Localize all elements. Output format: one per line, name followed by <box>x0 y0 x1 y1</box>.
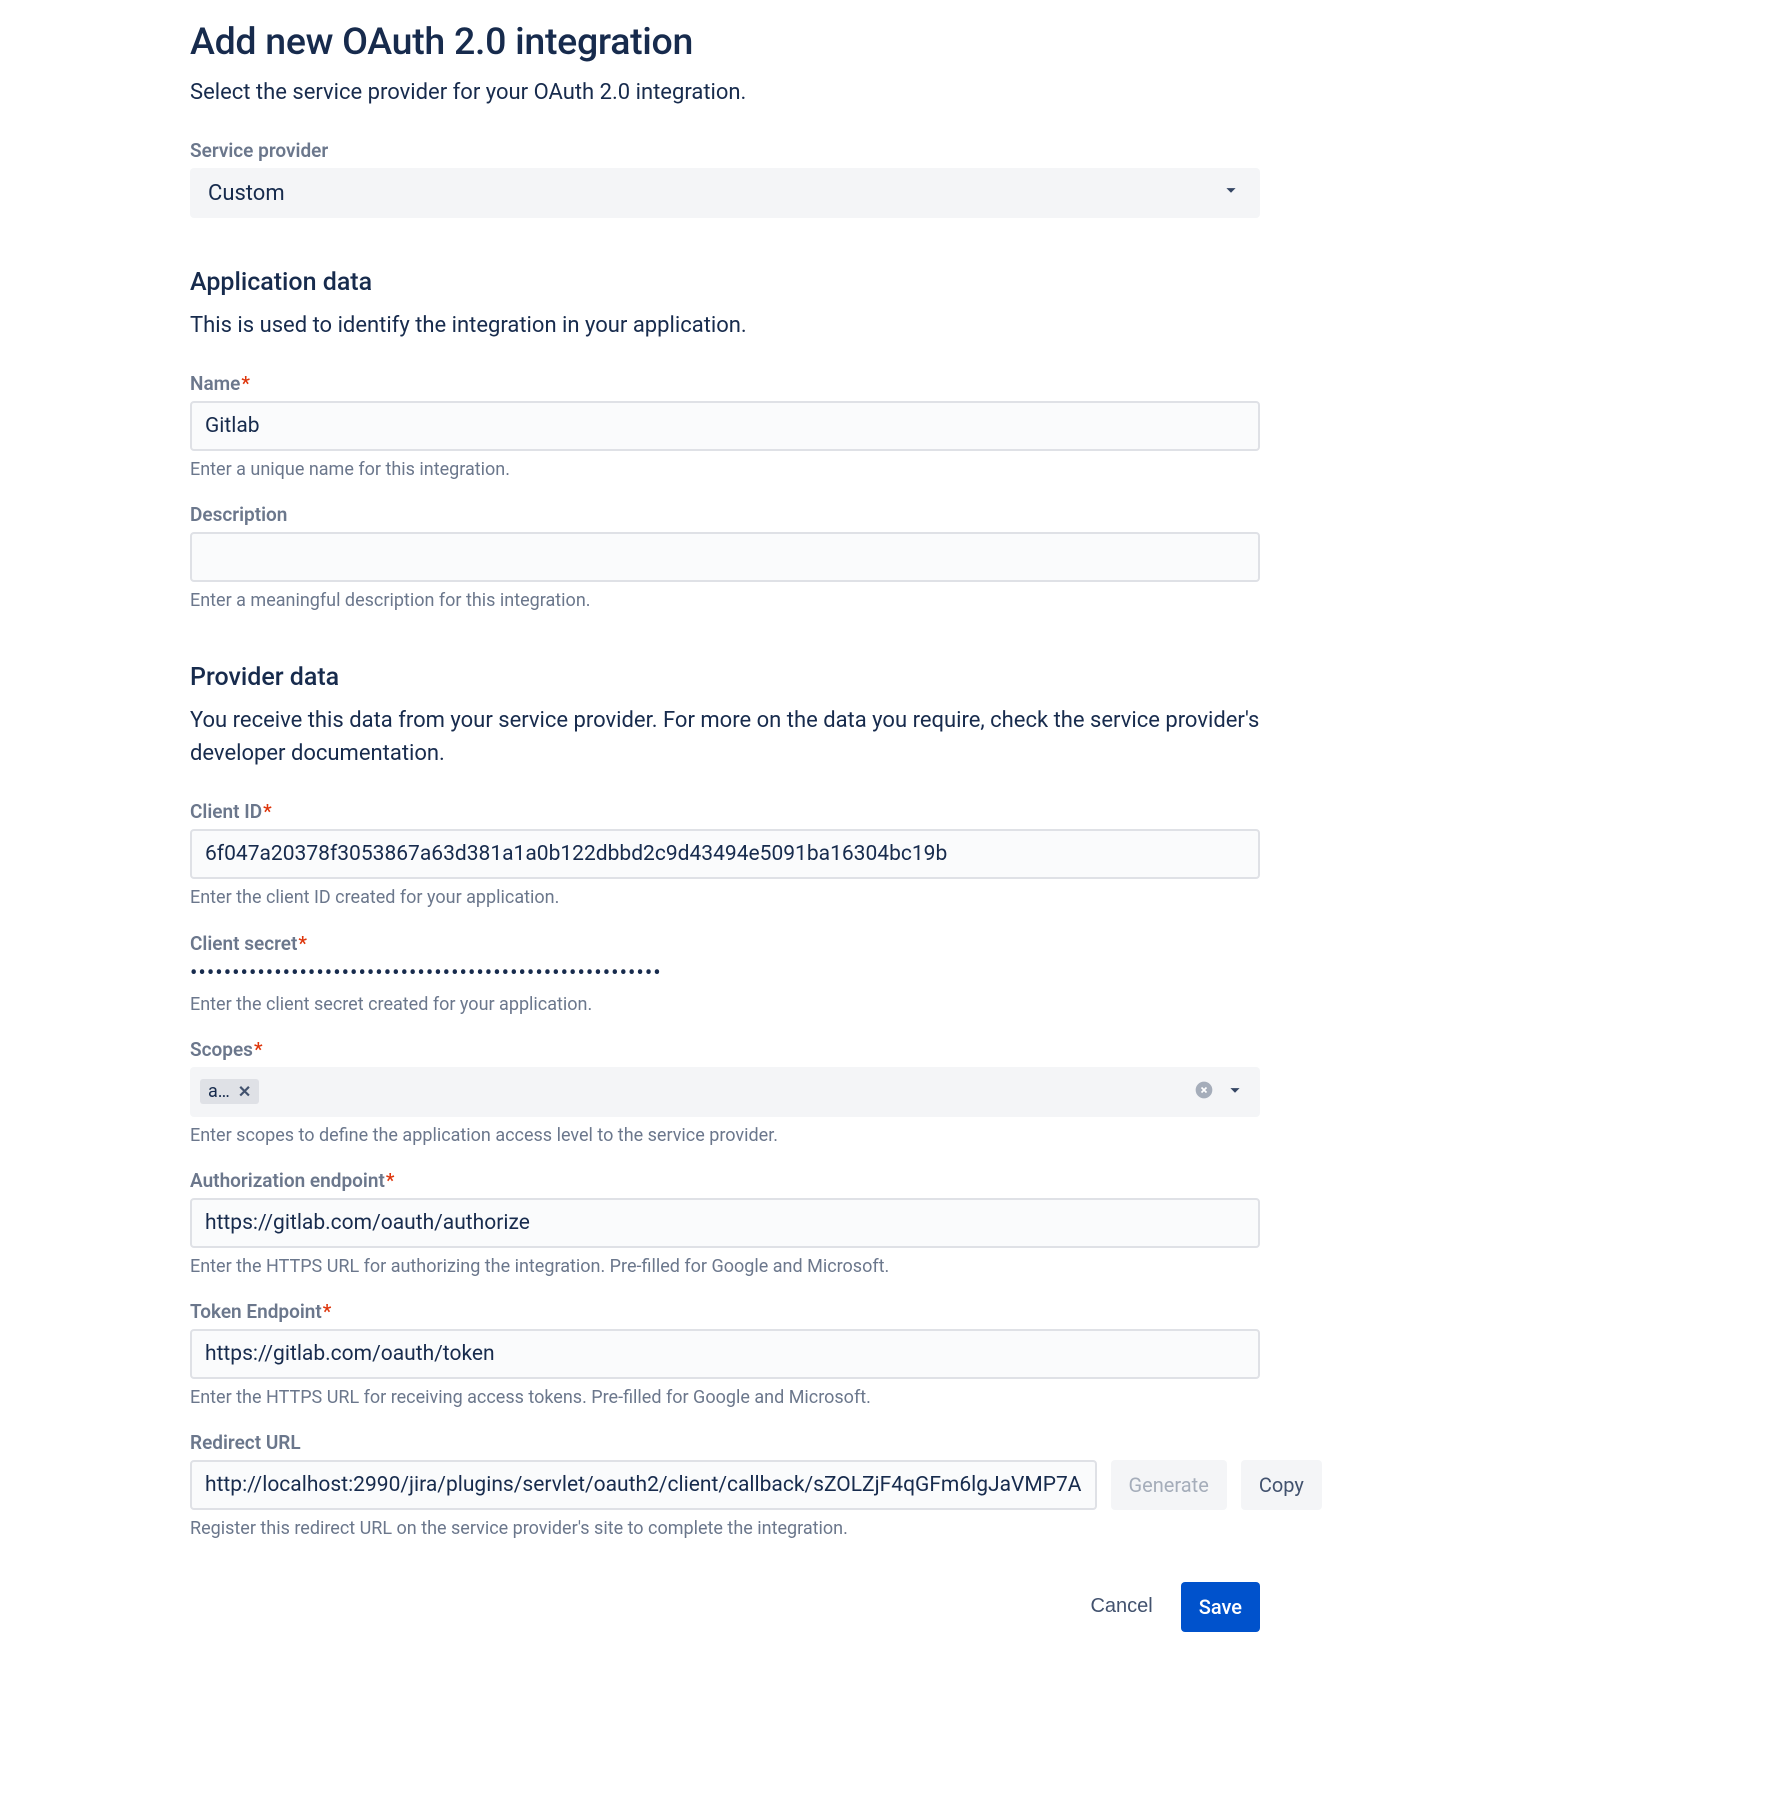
generate-button[interactable]: Generate <box>1111 1460 1227 1510</box>
name-input[interactable] <box>190 401 1260 451</box>
token-endpoint-label: Token Endpoint* <box>190 1300 1260 1323</box>
client-secret-input[interactable]: ••••••••••••••••••••••••••••••••••••••••… <box>190 961 1260 986</box>
remove-tag-icon[interactable]: ✕ <box>234 1082 255 1101</box>
auth-endpoint-input[interactable] <box>190 1198 1260 1248</box>
cancel-button[interactable]: Cancel <box>1072 1582 1170 1632</box>
client-id-label: Client ID* <box>190 800 1260 823</box>
redirect-url-label: Redirect URL <box>190 1431 1260 1454</box>
scopes-input[interactable]: a… ✕ <box>190 1067 1260 1117</box>
redirect-url-hint: Register this redirect URL on the servic… <box>190 1516 1260 1541</box>
provider-data-heading: Provider data <box>190 663 1260 692</box>
page-subtitle: Select the service provider for your OAu… <box>190 76 1260 109</box>
application-data-desc: This is used to identify the integration… <box>190 309 1260 342</box>
service-provider-select[interactable]: Custom <box>190 168 1260 218</box>
copy-button[interactable]: Copy <box>1241 1460 1322 1510</box>
client-id-hint: Enter the client ID created for your app… <box>190 885 1260 910</box>
provider-data-desc: You receive this data from your service … <box>190 704 1260 770</box>
redirect-url-value[interactable]: http://localhost:2990/jira/plugins/servl… <box>190 1460 1097 1510</box>
page-title: Add new OAuth 2.0 integration <box>190 20 1260 64</box>
chevron-down-icon <box>1220 179 1242 207</box>
clear-all-icon[interactable] <box>1194 1080 1214 1104</box>
client-secret-hint: Enter the client secret created for your… <box>190 992 1260 1017</box>
scope-tag[interactable]: a… ✕ <box>200 1079 259 1104</box>
description-input[interactable] <box>190 532 1260 582</box>
service-provider-value: Custom <box>208 181 285 206</box>
auth-endpoint-label: Authorization endpoint* <box>190 1169 1260 1192</box>
save-button[interactable]: Save <box>1181 1582 1260 1632</box>
token-endpoint-input[interactable] <box>190 1329 1260 1379</box>
name-label: Name* <box>190 372 1260 395</box>
scope-tag-label: a… <box>208 1081 230 1102</box>
name-hint: Enter a unique name for this integration… <box>190 457 1260 482</box>
scopes-label: Scopes* <box>190 1038 1260 1061</box>
application-data-heading: Application data <box>190 268 1260 297</box>
service-provider-label: Service provider <box>190 139 1260 162</box>
scopes-hint: Enter scopes to define the application a… <box>190 1123 1260 1148</box>
token-endpoint-hint: Enter the HTTPS URL for receiving access… <box>190 1385 1260 1410</box>
auth-endpoint-hint: Enter the HTTPS URL for authorizing the … <box>190 1254 1260 1279</box>
client-secret-label: Client secret* <box>190 932 1260 955</box>
chevron-down-icon[interactable] <box>1224 1079 1246 1105</box>
client-id-input[interactable] <box>190 829 1260 879</box>
description-hint: Enter a meaningful description for this … <box>190 588 1260 613</box>
description-label: Description <box>190 503 1260 526</box>
